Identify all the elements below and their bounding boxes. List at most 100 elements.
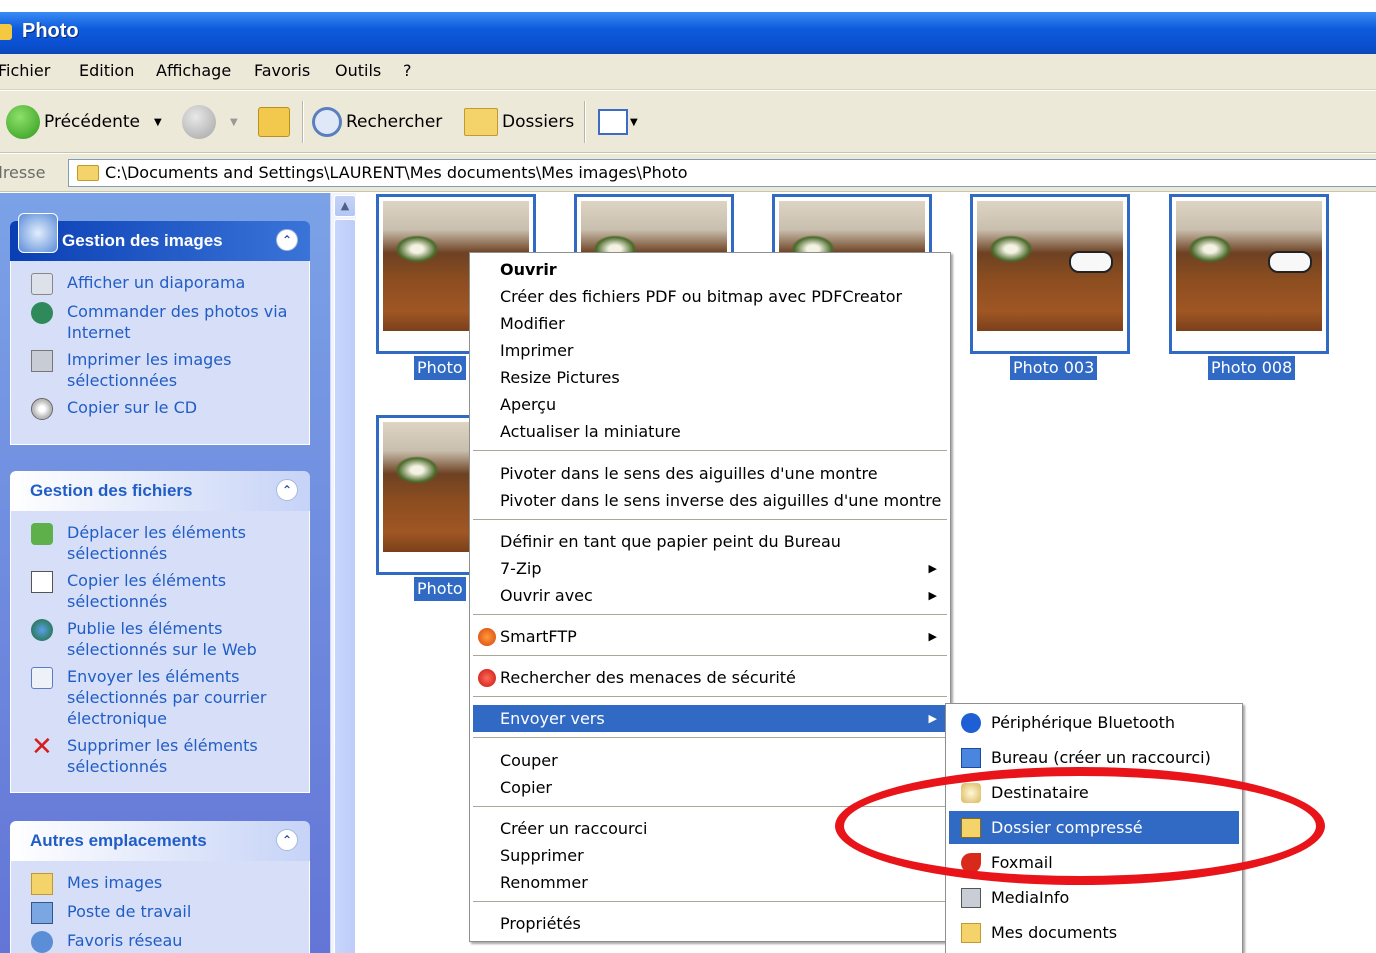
link-copy-cd[interactable]: Copier sur le CD: [11, 394, 309, 423]
link-label: Imprimer les images sélectionnées: [67, 350, 232, 390]
menu-open[interactable]: Ouvrir: [473, 256, 947, 283]
menu-rename[interactable]: Renommer: [473, 869, 947, 896]
menu-label: Rechercher des menaces de sécurité: [500, 668, 796, 687]
back-label: Précédente: [44, 112, 140, 132]
folders-button[interactable]: Dossiers: [464, 103, 574, 141]
panel-other-places: Autres emplacements ⌃ Mes images Poste d…: [10, 821, 310, 953]
photo-detail: [395, 235, 439, 263]
link-move[interactable]: Déplacer les éléments sélectionnés: [11, 519, 309, 567]
menu-separator: [473, 737, 947, 739]
link-publish[interactable]: Publie les éléments sélectionnés sur le …: [11, 615, 309, 663]
panel-header[interactable]: Gestion des fichiers ⌃: [10, 471, 310, 511]
address-input[interactable]: C:\Documents and Settings\LAURENT\Mes do…: [68, 159, 1376, 187]
scroll-up-arrow-icon[interactable]: ▲: [334, 195, 356, 217]
folder-icon: [77, 165, 99, 181]
menu-resize-pictures[interactable]: Resize Pictures: [473, 364, 947, 391]
email-icon: [31, 667, 53, 689]
thumbnail-item[interactable]: [970, 194, 1130, 354]
task-pane: Gestion des images ⌃ Afficher un diapora…: [0, 193, 330, 953]
thumbnail-label[interactable]: Photo: [414, 577, 466, 601]
search-label: Rechercher: [346, 112, 443, 132]
menu-send-to[interactable]: Envoyer vers ▶: [473, 705, 947, 732]
menu-outils[interactable]: Outils: [335, 61, 381, 80]
toolbar-separator: [302, 101, 303, 143]
photo-detail: [395, 456, 439, 484]
link-label: Poste de travail: [67, 902, 192, 921]
menu-preview[interactable]: Aperçu: [473, 391, 947, 418]
panel-header[interactable]: Autres emplacements ⌃: [10, 821, 310, 861]
dropdown-arrow-icon[interactable]: ▼: [630, 117, 638, 128]
submenu-bluetooth[interactable]: Périphérique Bluetooth: [949, 706, 1239, 739]
toolbar: Précédente ▼ ▼ Rechercher Dossiers ▼: [0, 91, 1376, 153]
submenu-arrow-icon: ▶: [928, 630, 937, 643]
menu-help[interactable]: ?: [403, 61, 412, 80]
link-my-computer[interactable]: Poste de travail: [11, 898, 309, 927]
menu-print[interactable]: Imprimer: [473, 337, 947, 364]
menu-rotate-counterclockwise[interactable]: Pivoter dans le sens inverse des aiguill…: [473, 487, 947, 514]
menu-label: Envoyer vers: [500, 709, 605, 728]
dropdown-arrow-icon[interactable]: ▼: [154, 117, 162, 128]
thumbnail-label[interactable]: Photo: [414, 356, 466, 380]
link-label: Favoris réseau: [67, 931, 183, 950]
link-slideshow[interactable]: Afficher un diaporama: [11, 269, 309, 298]
dropdown-arrow-icon[interactable]: ▼: [230, 117, 238, 128]
menu-pdfcreator[interactable]: Créer des fichiers PDF ou bitmap avec PD…: [473, 283, 947, 310]
menu-edition[interactable]: Edition: [79, 61, 134, 80]
menu-smartftp[interactable]: SmartFTP ▶: [473, 623, 947, 650]
collapse-icon[interactable]: ⌃: [276, 479, 298, 501]
collapse-icon[interactable]: ⌃: [276, 229, 298, 251]
panel-title: Gestion des fichiers: [30, 481, 193, 500]
link-copy[interactable]: Copier les éléments sélectionnés: [11, 567, 309, 615]
thumbnail-item[interactable]: [1169, 194, 1329, 354]
menu-separator: [473, 614, 947, 616]
menu-fichier[interactable]: Fichier: [0, 61, 50, 80]
scroll-thumb[interactable]: [334, 219, 356, 953]
menu-favoris[interactable]: Favoris: [254, 61, 310, 80]
menu-set-wallpaper[interactable]: Définir en tant que papier peint du Bure…: [473, 528, 947, 555]
views-button[interactable]: ▼: [598, 103, 638, 141]
menu-rotate-clockwise[interactable]: Pivoter dans le sens des aiguilles d'une…: [473, 460, 947, 487]
panel-header[interactable]: Gestion des images ⌃: [10, 213, 310, 261]
link-delete[interactable]: ✕ Supprimer les éléments sélectionnés: [11, 732, 309, 780]
up-folder-icon: [258, 107, 290, 137]
security-icon: [478, 669, 496, 687]
collapse-icon[interactable]: ⌃: [276, 829, 298, 851]
link-order-prints[interactable]: Commander des photos via Internet: [11, 298, 309, 346]
menu-cut[interactable]: Couper: [473, 747, 947, 774]
menu-7zip[interactable]: 7-Zip ▶: [473, 555, 947, 582]
submenu-mediainfo[interactable]: MediaInfo: [949, 881, 1239, 914]
thumbnail-label[interactable]: Photo 003: [1010, 356, 1098, 380]
link-label: Envoyer les éléments sélectionnés par co…: [67, 667, 267, 728]
window-titlebar: Photo: [0, 12, 1376, 54]
forward-button[interactable]: ▼: [182, 103, 238, 141]
menu-open-with[interactable]: Ouvrir avec ▶: [473, 582, 947, 609]
link-email[interactable]: Envoyer les éléments sélectionnés par co…: [11, 663, 309, 732]
menu-edit[interactable]: Modifier: [473, 310, 947, 337]
menu-label: 7-Zip: [500, 559, 542, 578]
vertical-scrollbar[interactable]: ▲: [330, 193, 356, 953]
search-icon: [312, 107, 342, 137]
link-network[interactable]: Favoris réseau: [11, 927, 309, 953]
menu-properties[interactable]: Propriétés: [473, 910, 947, 937]
menu-label: SmartFTP: [500, 627, 577, 646]
thumbnail-label[interactable]: Photo 008: [1208, 356, 1296, 380]
submenu-arrow-icon: ▶: [928, 562, 937, 575]
move-icon: [31, 523, 53, 545]
order-prints-icon: [31, 302, 53, 324]
computer-icon: [31, 902, 53, 924]
menu-refresh-thumbnail[interactable]: Actualiser la miniature: [473, 418, 947, 445]
back-button[interactable]: Précédente ▼: [6, 103, 162, 141]
globe-icon: [31, 619, 53, 641]
up-folder-button[interactable]: [258, 103, 290, 141]
menu-security-scan[interactable]: Rechercher des menaces de sécurité: [473, 664, 947, 691]
menu-affichage[interactable]: Affichage: [156, 61, 231, 80]
folder-icon: [0, 24, 12, 40]
menu-separator: [473, 901, 947, 903]
desktop-icon: [961, 748, 981, 768]
link-print[interactable]: Imprimer les images sélectionnées: [11, 346, 309, 394]
my-pictures-icon: [31, 873, 53, 895]
search-button[interactable]: Rechercher: [312, 103, 442, 141]
link-my-pictures[interactable]: Mes images: [11, 869, 309, 898]
submenu-my-documents[interactable]: Mes documents: [949, 916, 1239, 949]
slideshow-icon: [31, 273, 53, 295]
